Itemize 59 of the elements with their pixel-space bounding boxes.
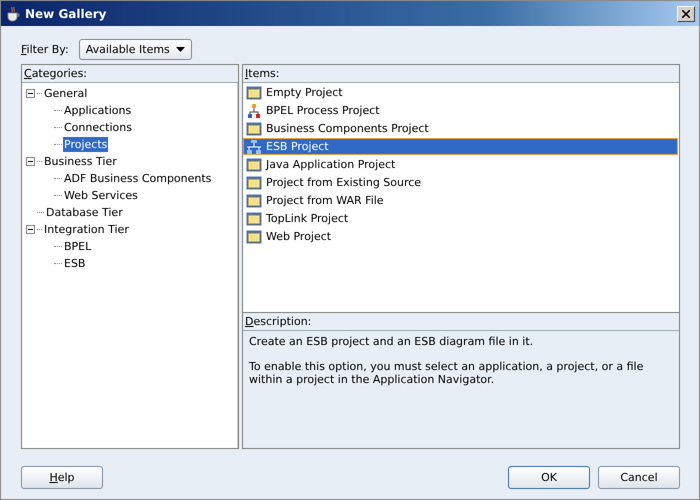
gallery-item[interactable]: TopLink Project: [243, 210, 678, 227]
ok-button[interactable]: OK: [508, 466, 590, 489]
gallery-item[interactable]: Java Application Project: [243, 156, 678, 173]
folder-icon: [246, 212, 262, 226]
description-heading: Description:: [245, 315, 312, 328]
tree-node[interactable]: ESB: [63, 256, 86, 271]
close-button[interactable]: [677, 6, 695, 22]
gallery-item[interactable]: Business Components Project: [243, 120, 678, 137]
tree-node[interactable]: ADF Business Components: [63, 171, 212, 186]
gallery-item[interactable]: BPEL Process Project: [243, 102, 678, 119]
folder-icon: [246, 176, 262, 190]
tree-node[interactable]: BPEL: [63, 239, 92, 254]
collapse-toggle[interactable]: [26, 225, 35, 234]
cancel-button[interactable]: Cancel: [598, 466, 680, 489]
item-label: TopLink Project: [266, 212, 348, 225]
tree-node[interactable]: Projects: [63, 137, 108, 152]
close-icon: [682, 10, 690, 18]
items-heading: Items:: [245, 67, 280, 80]
item-label: BPEL Process Project: [266, 104, 380, 117]
folder-icon: [246, 158, 262, 172]
folder-icon: [246, 230, 262, 244]
window-title: New Gallery: [25, 6, 106, 20]
tree-node[interactable]: Business Tier: [43, 154, 118, 169]
item-label: Java Application Project: [266, 158, 396, 171]
minus-icon: [27, 158, 34, 165]
help-button[interactable]: Help: [21, 466, 103, 489]
folder-icon: [246, 86, 262, 100]
collapse-toggle[interactable]: [26, 89, 35, 98]
minus-icon: [27, 90, 34, 97]
gallery-item[interactable]: Empty Project: [243, 84, 678, 101]
tree-node[interactable]: Database Tier: [45, 205, 124, 220]
tree-node[interactable]: Integration Tier: [43, 222, 130, 237]
process-diagram-icon: [246, 102, 262, 118]
network-diagram-icon: [246, 138, 262, 154]
folder-icon: [246, 122, 262, 136]
tree-node[interactable]: Web Services: [63, 188, 139, 203]
coffee-cup-icon: [5, 6, 21, 22]
gallery-item[interactable]: ESB Project: [243, 138, 678, 155]
description-text: Create an ESB project and an ESB diagram file in it.: [249, 335, 534, 348]
filter-dropdown[interactable]: Available Items: [78, 38, 192, 60]
tree-node[interactable]: Connections: [63, 120, 133, 135]
gallery-item[interactable]: Project from Existing Source: [243, 174, 678, 191]
filter-label: Filter By:: [21, 42, 69, 56]
dropdown-caret-icon: [176, 46, 185, 52]
tree-node[interactable]: Applications: [63, 103, 132, 118]
gallery-item[interactable]: Project from WAR File: [243, 192, 678, 209]
item-label: ESB Project: [266, 140, 329, 153]
item-label: Project from Existing Source: [266, 176, 422, 189]
tree-node[interactable]: General: [43, 86, 88, 101]
collapse-toggle[interactable]: [26, 157, 35, 166]
description-text: To enable this option, you must select an application, a project, or a file within a project in the Application Navigator.: [249, 360, 644, 386]
item-label: Web Project: [266, 230, 332, 243]
item-label: Empty Project: [266, 86, 343, 99]
item-label: Project from WAR File: [266, 194, 384, 207]
folder-icon: [246, 194, 262, 208]
item-label: Business Components Project: [266, 122, 429, 135]
gallery-item[interactable]: Web Project: [243, 228, 678, 245]
minus-icon: [27, 226, 34, 233]
categories-heading: Categories:: [24, 67, 88, 80]
